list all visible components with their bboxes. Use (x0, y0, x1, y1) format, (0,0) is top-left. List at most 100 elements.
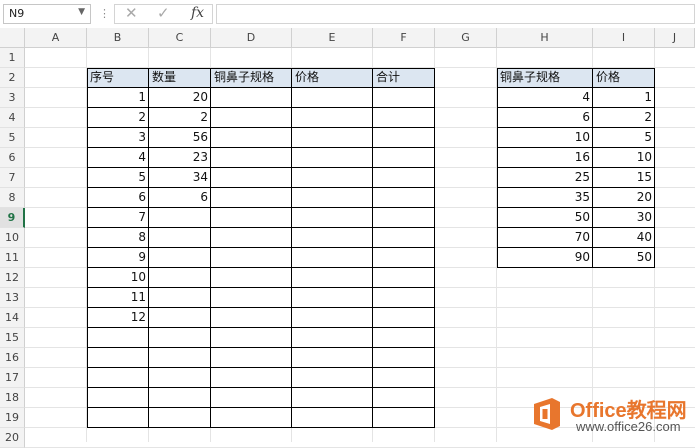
insert-function-icon[interactable]: fx (191, 5, 204, 21)
table1-cell[interactable]: 20 (149, 88, 211, 108)
column-header-i[interactable]: I (593, 28, 655, 48)
table1-header-cell[interactable]: 数量 (149, 68, 211, 88)
table1-cell[interactable] (373, 128, 435, 148)
table2-cell[interactable]: 15 (593, 168, 655, 188)
table1-cell[interactable] (211, 108, 292, 128)
table2-cell[interactable]: 70 (497, 228, 593, 248)
table1-cell[interactable] (211, 328, 292, 348)
drag-handle-icon[interactable]: ⋮ (99, 7, 110, 20)
row-header-20[interactable]: 20 (0, 428, 25, 448)
table1-cell[interactable] (87, 328, 149, 348)
row-header-16[interactable]: 16 (0, 348, 25, 368)
table1-cell[interactable] (149, 388, 211, 408)
table1-cell[interactable] (373, 368, 435, 388)
table1-cell[interactable] (211, 388, 292, 408)
row-header-12[interactable]: 12 (0, 268, 25, 288)
enter-icon[interactable]: ✓ (157, 4, 170, 22)
column-header-c[interactable]: C (149, 28, 211, 48)
column-header-d[interactable]: D (211, 28, 292, 48)
table1-header-cell[interactable]: 序号 (87, 68, 149, 88)
table1-cell[interactable] (292, 148, 373, 168)
table1-cell[interactable] (373, 348, 435, 368)
table1-cell[interactable]: 3 (87, 128, 149, 148)
table1-cell[interactable] (373, 228, 435, 248)
row-header-9[interactable]: 9 (0, 208, 25, 228)
row-header-19[interactable]: 19 (0, 408, 25, 428)
table1-cell[interactable]: 34 (149, 168, 211, 188)
table1-cell[interactable] (211, 348, 292, 368)
row-header-8[interactable]: 8 (0, 188, 25, 208)
table1-cell[interactable]: 56 (149, 128, 211, 148)
table1-cell[interactable] (292, 368, 373, 388)
table2-cell[interactable]: 25 (497, 168, 593, 188)
table1-header-cell[interactable]: 价格 (292, 68, 373, 88)
row-header-17[interactable]: 17 (0, 368, 25, 388)
table1-cell[interactable] (211, 168, 292, 188)
table1-cell[interactable] (211, 148, 292, 168)
table1-cell[interactable]: 2 (149, 108, 211, 128)
table1-cell[interactable]: 23 (149, 148, 211, 168)
table2-cell[interactable]: 16 (497, 148, 593, 168)
table2-header-cell[interactable]: 铜鼻子规格 (497, 68, 593, 88)
table2-cell[interactable]: 4 (497, 88, 593, 108)
table2-header-cell[interactable]: 价格 (593, 68, 655, 88)
table1-cell[interactable] (373, 168, 435, 188)
column-header-b[interactable]: B (87, 28, 149, 48)
row-header-18[interactable]: 18 (0, 388, 25, 408)
table1-cell[interactable] (373, 188, 435, 208)
column-header-g[interactable]: G (435, 28, 497, 48)
table1-cell[interactable] (373, 288, 435, 308)
row-header-13[interactable]: 13 (0, 288, 25, 308)
chevron-down-icon[interactable]: ▼ (78, 7, 85, 17)
column-header-h[interactable]: H (497, 28, 593, 48)
table2-cell[interactable]: 40 (593, 228, 655, 248)
table1-cell[interactable] (292, 128, 373, 148)
table1-cell[interactable] (149, 368, 211, 388)
row-header-3[interactable]: 3 (0, 88, 25, 108)
table1-cell[interactable] (292, 288, 373, 308)
cancel-icon[interactable]: ✕ (125, 4, 138, 22)
table1-cell[interactable] (292, 348, 373, 368)
table1-cell[interactable] (292, 248, 373, 268)
table1-cell[interactable] (292, 168, 373, 188)
table1-cell[interactable] (292, 308, 373, 328)
table1-cell[interactable] (373, 208, 435, 228)
row-header-14[interactable]: 14 (0, 308, 25, 328)
table2-cell[interactable]: 30 (593, 208, 655, 228)
table1-cell[interactable] (292, 268, 373, 288)
table1-cell[interactable] (292, 88, 373, 108)
table1-cell[interactable]: 6 (87, 188, 149, 208)
name-box[interactable]: N9 ▼ (3, 4, 91, 24)
table1-cell[interactable] (87, 388, 149, 408)
row-header-15[interactable]: 15 (0, 328, 25, 348)
table1-cell[interactable] (211, 128, 292, 148)
table1-cell[interactable] (211, 228, 292, 248)
table1-cell[interactable]: 9 (87, 248, 149, 268)
row-header-6[interactable]: 6 (0, 148, 25, 168)
table1-cell[interactable] (292, 108, 373, 128)
table1-cell[interactable] (149, 288, 211, 308)
table1-cell[interactable] (149, 248, 211, 268)
table1-cell[interactable] (211, 368, 292, 388)
table1-cell[interactable] (373, 308, 435, 328)
table1-cell[interactable] (373, 108, 435, 128)
table1-cell[interactable] (149, 328, 211, 348)
table1-cell[interactable] (211, 88, 292, 108)
table1-cell[interactable]: 8 (87, 228, 149, 248)
table2-cell[interactable]: 10 (497, 128, 593, 148)
column-header-a[interactable]: A (25, 28, 87, 48)
column-header-f[interactable]: F (373, 28, 435, 48)
row-header-2[interactable]: 2 (0, 68, 25, 88)
column-header-e[interactable]: E (292, 28, 373, 48)
table1-cell[interactable] (149, 208, 211, 228)
table1-cell[interactable] (292, 388, 373, 408)
table1-cell[interactable] (211, 208, 292, 228)
table1-cell[interactable]: 10 (87, 268, 149, 288)
table1-header-cell[interactable]: 铜鼻子规格 (211, 68, 292, 88)
table1-cell[interactable] (149, 228, 211, 248)
row-header-7[interactable]: 7 (0, 168, 25, 188)
table2-cell[interactable]: 90 (497, 248, 593, 268)
table1-cell[interactable] (149, 348, 211, 368)
table2-cell[interactable]: 6 (497, 108, 593, 128)
table1-cell[interactable] (211, 288, 292, 308)
